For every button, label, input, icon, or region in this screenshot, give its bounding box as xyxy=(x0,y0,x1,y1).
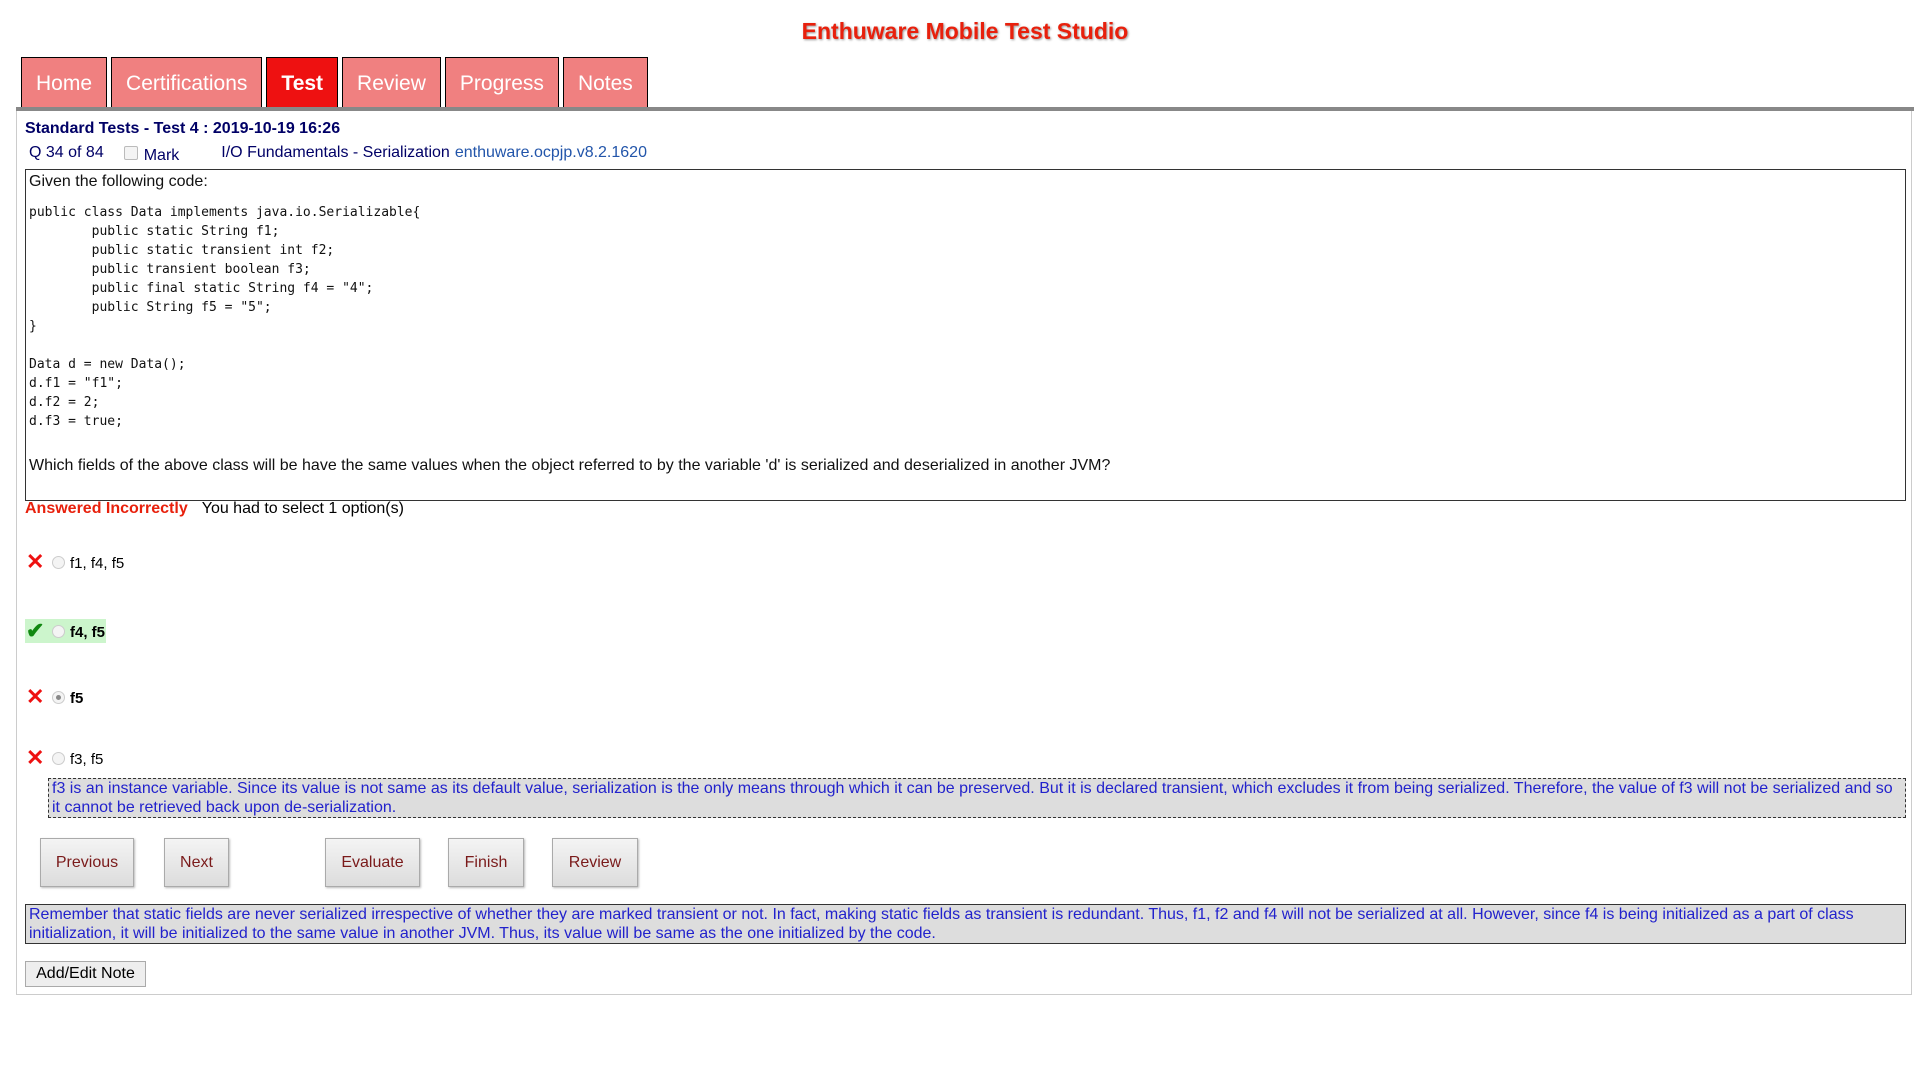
option-1[interactable]: ✕ f1, f4, f5 xyxy=(25,550,125,574)
question-counter: Q 34 of 84 xyxy=(29,144,104,161)
answer-explanation: Remember that static fields are never se… xyxy=(25,904,1906,944)
tab-progress[interactable]: Progress xyxy=(444,57,559,107)
question-id: enthuware.ocpjp.v8.2.1620 xyxy=(454,144,647,161)
checkbox-icon[interactable] xyxy=(123,146,138,160)
tab-certifications[interactable]: Certifications xyxy=(111,57,263,107)
question-prompt: Which fields of the above class will be … xyxy=(29,457,1111,474)
result-line: Answered Incorrectly You had to select 1 … xyxy=(25,500,404,518)
option-label: f1, f4, f5 xyxy=(70,555,125,572)
option-3-selected[interactable]: ✕ f5 xyxy=(25,685,84,709)
test-title: Standard Tests - Test 4 : 2019-10-19 16:… xyxy=(25,120,341,137)
option-explanation: f3 is an instance variable. Since its va… xyxy=(48,778,1906,818)
option-2-correct[interactable]: ✔ f4, f5 xyxy=(25,618,107,643)
main-tabs: Home Certifications Test Review Progress… xyxy=(21,57,648,107)
check-icon: ✔ xyxy=(26,618,45,643)
option-label: f5 xyxy=(70,690,84,707)
option-label: f4, f5 xyxy=(70,624,106,641)
review-button[interactable]: Review xyxy=(552,838,638,887)
result-instruction: You had to select 1 option(s) xyxy=(201,500,404,517)
result-status: Answered Incorrectly xyxy=(25,500,188,517)
evaluate-button[interactable]: Evaluate xyxy=(325,838,420,887)
option-radio-selected[interactable] xyxy=(52,691,65,704)
finish-button[interactable]: Finish xyxy=(448,838,524,887)
mark-checkbox[interactable]: Mark xyxy=(123,144,180,164)
wrong-icon: ✕ xyxy=(26,684,45,709)
next-button[interactable]: Next xyxy=(164,838,229,887)
wrong-icon: ✕ xyxy=(26,549,45,574)
tab-test[interactable]: Test xyxy=(266,57,339,107)
option-radio[interactable] xyxy=(52,625,65,638)
add-edit-note-button[interactable]: Add/Edit Note xyxy=(25,961,146,987)
question-meta: Q 34 of 84 Mark I/O Fundamentals - Seria… xyxy=(29,144,647,164)
question-topic: I/O Fundamentals - Serialization xyxy=(221,144,450,161)
mark-label: Mark xyxy=(143,147,180,164)
option-label: f3, f5 xyxy=(70,751,104,768)
option-radio[interactable] xyxy=(52,752,65,765)
option-radio[interactable] xyxy=(52,556,65,569)
tab-notes[interactable]: Notes xyxy=(562,57,648,107)
app-title: Enthuware Mobile Test Studio xyxy=(801,18,1129,44)
question-intro: Given the following code: xyxy=(29,173,208,190)
code-block: public class Data implements java.io.Ser… xyxy=(29,205,421,429)
tab-home[interactable]: Home xyxy=(21,57,108,107)
wrong-icon: ✕ xyxy=(26,745,45,770)
question-box: Given the following code: public class D… xyxy=(25,169,1906,501)
previous-button[interactable]: Previous xyxy=(40,838,134,887)
option-4[interactable]: ✕ f3, f5 xyxy=(25,746,104,770)
tab-review[interactable]: Review xyxy=(342,57,441,107)
